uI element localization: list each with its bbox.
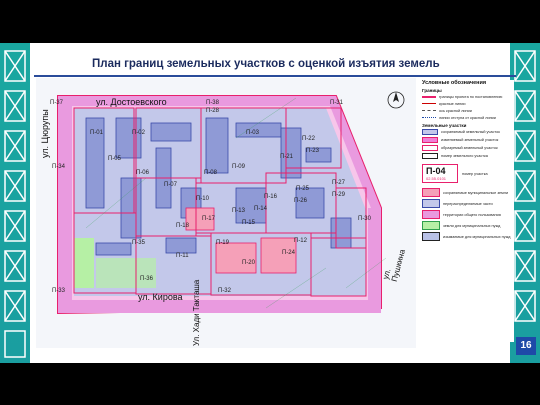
parcel-label: П-19 — [216, 240, 229, 246]
legend-item-label: территории общего пользования — [443, 212, 501, 217]
legend-swatch — [422, 95, 436, 98]
legend-item-label: перераспределяемые части — [443, 201, 493, 206]
legend-swatch — [422, 232, 440, 241]
legend-swatch — [422, 221, 440, 230]
legend-example: П-04 02.55.0101 номер участка — [422, 164, 514, 183]
legend-swatch — [422, 210, 440, 219]
legend-item-label: границы проекта по постановлению — [439, 94, 503, 99]
parcel-label: П-38 — [206, 100, 219, 106]
legend-item-label: сохраняемый земельный участок — [441, 130, 500, 134]
parcel-label: П-27 — [332, 180, 345, 186]
title-divider — [34, 75, 516, 77]
parcel-label: П-01 — [90, 130, 103, 136]
parcel-label: П-37 — [50, 100, 63, 106]
legend-item-label: ось красной линии — [439, 108, 472, 113]
parcel-label: П-05 — [108, 156, 121, 162]
parcel-label: П-13 — [232, 208, 245, 214]
parcel-label: П-26 — [294, 198, 307, 204]
parcel-label: П-28 — [206, 108, 219, 114]
parcel-label: П-03 — [246, 130, 259, 136]
parcel-label: П-29 — [332, 192, 345, 198]
parcel-label: П-17 — [202, 216, 215, 222]
legend-swatch — [422, 199, 440, 208]
parcel-label: П-15 — [242, 220, 255, 226]
legend-item: ось красной линии — [422, 107, 514, 114]
legend-swatch — [422, 117, 436, 118]
legend-borders-list: границы проекта по постановлению красные… — [422, 93, 514, 121]
page-number-badge: 16 — [516, 337, 536, 355]
parcel-label: П-02 — [132, 130, 145, 136]
legend-swatch — [422, 153, 438, 159]
parcel-label: П-24 — [282, 250, 295, 256]
parcel-label: П-18 — [176, 223, 189, 229]
legend-heading: Условные обозначения — [422, 80, 487, 86]
legend-item-label: изменяемый земельный участок — [441, 138, 499, 142]
parcel-label: П-11 — [176, 253, 189, 259]
legend-item-label: сохраняемые муниципальные земли — [443, 190, 509, 195]
legend-swatch — [422, 110, 436, 111]
street-tsyurupy: ул. Цюрупы — [40, 109, 50, 158]
parcel-label: П-22 — [302, 136, 315, 142]
parcel-label: П-34 — [52, 164, 65, 170]
slide-title: План границ земельных участков с оценкой… — [92, 58, 440, 70]
cadastral-map: ул. Достоевского ул. Цюрупы ул. Кирова У… — [36, 78, 416, 348]
legend-swatch — [422, 137, 438, 143]
legend-swatch — [422, 103, 436, 104]
legend-fill-list: сохраняемые муниципальные земли перерасп… — [422, 187, 514, 242]
legend-parcels-list: сохраняемый земельный участок изменяемый… — [422, 128, 514, 160]
parcel-label: П-21 — [280, 154, 293, 160]
parcel-label: П-08 — [204, 170, 217, 176]
legend-swatch — [422, 188, 440, 197]
parcel-label: П-33 — [52, 288, 65, 294]
parcel-label: П-36 — [140, 276, 153, 282]
legend-item: сохраняемые муниципальные земли — [422, 187, 514, 198]
legend-item: изменяемый земельный участок — [422, 136, 514, 144]
legend-example-box: П-04 02.55.0101 — [422, 164, 458, 183]
parcel-label: П-10 — [196, 196, 209, 202]
parcel-label: П-06 — [136, 170, 149, 176]
legend-item-label: линии отступа от красной линии — [439, 115, 496, 120]
street-dostoevsky: ул. Достоевского — [96, 97, 167, 107]
parcel-label: П-32 — [218, 288, 231, 294]
legend-example-area: 02.55.0101 — [426, 176, 447, 181]
parcel-label: П-25 — [296, 186, 309, 192]
legend-item: территории общего пользования — [422, 209, 514, 220]
street-khadi-taktasha: Ул. Хади Такташа — [192, 279, 201, 346]
legend-item: красные линии — [422, 100, 514, 107]
legend-item: перераспределяемые части — [422, 198, 514, 209]
legend-item: изымаемые для муниципальных нужд — [422, 231, 514, 242]
legend-item: номер земельного участка — [422, 152, 514, 160]
legend-item-label: красные линии — [439, 101, 466, 106]
legend-item-label: образуемый земельный участок — [441, 146, 498, 150]
parcel-label: П-30 — [358, 216, 371, 222]
legend-item-label: изымаемые для муниципальных нужд — [443, 234, 511, 239]
parcel-label: П-16 — [264, 194, 277, 200]
left-ornament-border — [0, 43, 30, 363]
parcel-label: П-09 — [232, 164, 245, 170]
legend-item: образуемый земельный участок — [422, 144, 514, 152]
legend-example-desc: номер участка — [462, 171, 488, 176]
parcel-label: П-31 — [330, 100, 343, 106]
legend-item-label: номер земельного участка — [441, 154, 488, 158]
parcel-label: П-35 — [132, 240, 145, 246]
parcel-label: П-14 — [254, 206, 267, 212]
parcel-label: П-23 — [306, 148, 319, 154]
legend-example-code: П-04 — [426, 166, 446, 176]
parcel-label: П-07 — [164, 182, 177, 188]
parcel-label: П-20 — [242, 260, 255, 266]
street-kirova: ул. Кирова — [138, 292, 183, 302]
legend-swatch — [422, 129, 438, 135]
right-ornament-border — [510, 43, 540, 363]
legend-panel: Условные обозначения Границы границы про… — [418, 80, 514, 342]
parcel-label: П-12 — [294, 238, 307, 244]
legend-item-label: земли для муниципальных нужд — [443, 223, 501, 228]
legend-item: границы проекта по постановлению — [422, 93, 514, 100]
legend-item: земли для муниципальных нужд — [422, 220, 514, 231]
legend-item: линии отступа от красной линии — [422, 114, 514, 121]
legend-item: сохраняемый земельный участок — [422, 128, 514, 136]
legend-swatch — [422, 145, 438, 151]
